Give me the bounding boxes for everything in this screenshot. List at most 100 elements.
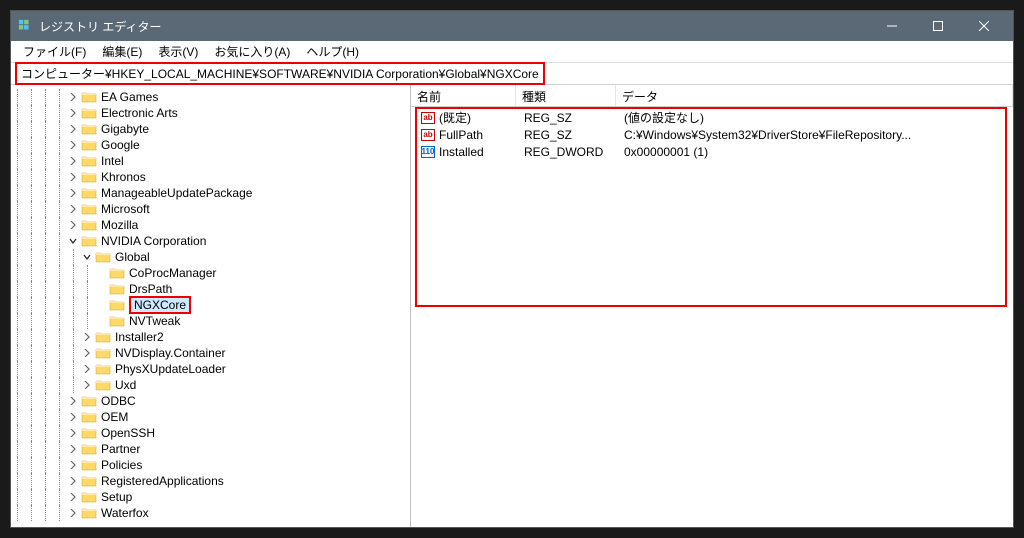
chevron-right-icon[interactable] (67, 187, 79, 199)
chevron-right-icon[interactable] (67, 475, 79, 487)
folder-icon (81, 202, 97, 216)
tree-item-label: Setup (101, 490, 132, 504)
tree-item[interactable]: PhysXUpdateLoader (11, 361, 410, 377)
tree-pane[interactable]: EA GamesElectronic ArtsGigabyteGoogleInt… (11, 85, 411, 527)
chevron-right-icon[interactable] (81, 331, 93, 343)
tree-item-label: NVIDIA Corporation (101, 234, 206, 248)
tree-item-label: OEM (101, 410, 128, 424)
maximize-button[interactable] (915, 11, 961, 41)
tree-item-label: Waterfox (101, 506, 149, 520)
folder-icon (81, 90, 97, 104)
value-type: REG_DWORD (522, 145, 622, 159)
values-pane: 名前 種類 データ ab(既定)REG_SZ(値の設定なし)abFullPath… (411, 85, 1013, 527)
value-row[interactable]: abFullPathREG_SZC:¥Windows¥System32¥Driv… (417, 126, 1005, 143)
tree-item[interactable]: EA Games (11, 89, 410, 105)
value-row[interactable]: ab(既定)REG_SZ(値の設定なし) (417, 109, 1005, 126)
folder-icon (81, 410, 97, 424)
value-type: REG_SZ (522, 128, 622, 142)
tree-item[interactable]: RegisteredApplications (11, 473, 410, 489)
chevron-right-icon[interactable] (67, 411, 79, 423)
tree-item-label: ManageableUpdatePackage (101, 186, 252, 200)
tree-item[interactable]: Intel (11, 153, 410, 169)
chevron-right-icon[interactable] (67, 171, 79, 183)
chevron-right-icon[interactable] (67, 443, 79, 455)
chevron-down-icon[interactable] (67, 235, 79, 247)
chevron-right-icon[interactable] (67, 203, 79, 215)
tree-item[interactable]: OpenSSH (11, 425, 410, 441)
chevron-down-icon[interactable] (81, 251, 93, 263)
column-type[interactable]: 種類 (516, 85, 616, 106)
tree-item[interactable]: OEM (11, 409, 410, 425)
close-button[interactable] (961, 11, 1007, 41)
tree-item[interactable]: ODBC (11, 393, 410, 409)
chevron-right-icon[interactable] (67, 459, 79, 471)
tree-item[interactable]: Uxd (11, 377, 410, 393)
value-row[interactable]: 110InstalledREG_DWORD0x00000001 (1) (417, 143, 1005, 160)
chevron-right-icon[interactable] (67, 107, 79, 119)
tree-item[interactable]: NVDisplay.Container (11, 345, 410, 361)
window-controls (869, 11, 1007, 41)
reg-dword-icon: 110 (420, 144, 436, 160)
expander-none (95, 315, 107, 327)
chevron-right-icon[interactable] (67, 155, 79, 167)
tree-item[interactable]: NGXCore (11, 297, 410, 313)
tree-item[interactable]: CoProcManager (11, 265, 410, 281)
tree-item[interactable]: Setup (11, 489, 410, 505)
reg-sz-icon: ab (420, 110, 436, 126)
app-icon (17, 18, 33, 34)
tree-item[interactable]: DrsPath (11, 281, 410, 297)
tree-item[interactable]: Global (11, 249, 410, 265)
folder-icon (109, 314, 125, 328)
value-data: (値の設定なし) (622, 109, 1005, 126)
minimize-button[interactable] (869, 11, 915, 41)
tree-item[interactable]: Mozilla (11, 217, 410, 233)
chevron-right-icon[interactable] (81, 347, 93, 359)
tree-item[interactable]: Electronic Arts (11, 105, 410, 121)
folder-icon (81, 474, 97, 488)
menu-edit[interactable]: 編集(E) (94, 41, 150, 62)
tree-item[interactable]: Microsoft (11, 201, 410, 217)
tree-item[interactable]: Gigabyte (11, 121, 410, 137)
chevron-right-icon[interactable] (67, 427, 79, 439)
tree-item[interactable]: NVIDIA Corporation (11, 233, 410, 249)
folder-icon (81, 122, 97, 136)
tree-item[interactable]: Installer2 (11, 329, 410, 345)
chevron-right-icon[interactable] (81, 379, 93, 391)
chevron-right-icon[interactable] (81, 363, 93, 375)
tree-item-label: Intel (101, 154, 124, 168)
chevron-right-icon[interactable] (67, 91, 79, 103)
tree-item-label: Policies (101, 458, 142, 472)
tree-item[interactable]: Waterfox (11, 505, 410, 521)
titlebar[interactable]: レジストリ エディター (11, 11, 1013, 41)
tree-item[interactable]: Partner (11, 441, 410, 457)
address-bar[interactable]: コンピューター¥HKEY_LOCAL_MACHINE¥SOFTWARE¥NVID… (11, 63, 1013, 85)
regedit-window: レジストリ エディター ファイル(F) 編集(E) 表示(V) お気に入り(A)… (10, 10, 1014, 528)
menu-favorites[interactable]: お気に入り(A) (206, 41, 298, 62)
chevron-right-icon[interactable] (67, 491, 79, 503)
menu-help[interactable]: ヘルプ(H) (298, 41, 367, 62)
menu-view[interactable]: 表示(V) (150, 41, 206, 62)
column-data[interactable]: データ (616, 85, 1013, 106)
chevron-right-icon[interactable] (67, 219, 79, 231)
tree-item[interactable]: Google (11, 137, 410, 153)
tree-item[interactable]: ManageableUpdatePackage (11, 185, 410, 201)
expander-none (95, 267, 107, 279)
chevron-right-icon[interactable] (67, 507, 79, 519)
column-name[interactable]: 名前 (411, 85, 516, 106)
tree-item-label: Partner (101, 442, 140, 456)
tree-item-label: Mozilla (101, 218, 138, 232)
tree-item[interactable]: Policies (11, 457, 410, 473)
folder-icon (81, 154, 97, 168)
chevron-right-icon[interactable] (67, 123, 79, 135)
menu-file[interactable]: ファイル(F) (15, 41, 94, 62)
tree-item-label: ODBC (101, 394, 136, 408)
chevron-right-icon[interactable] (67, 139, 79, 151)
tree-item[interactable]: Khronos (11, 169, 410, 185)
reg-sz-icon: ab (420, 127, 436, 143)
tree-item-label: Gigabyte (101, 122, 149, 136)
chevron-right-icon[interactable] (67, 395, 79, 407)
folder-icon (109, 266, 125, 280)
tree-item-label: Microsoft (101, 202, 150, 216)
tree-item[interactable]: NVTweak (11, 313, 410, 329)
tree-item-label: CoProcManager (129, 266, 216, 280)
